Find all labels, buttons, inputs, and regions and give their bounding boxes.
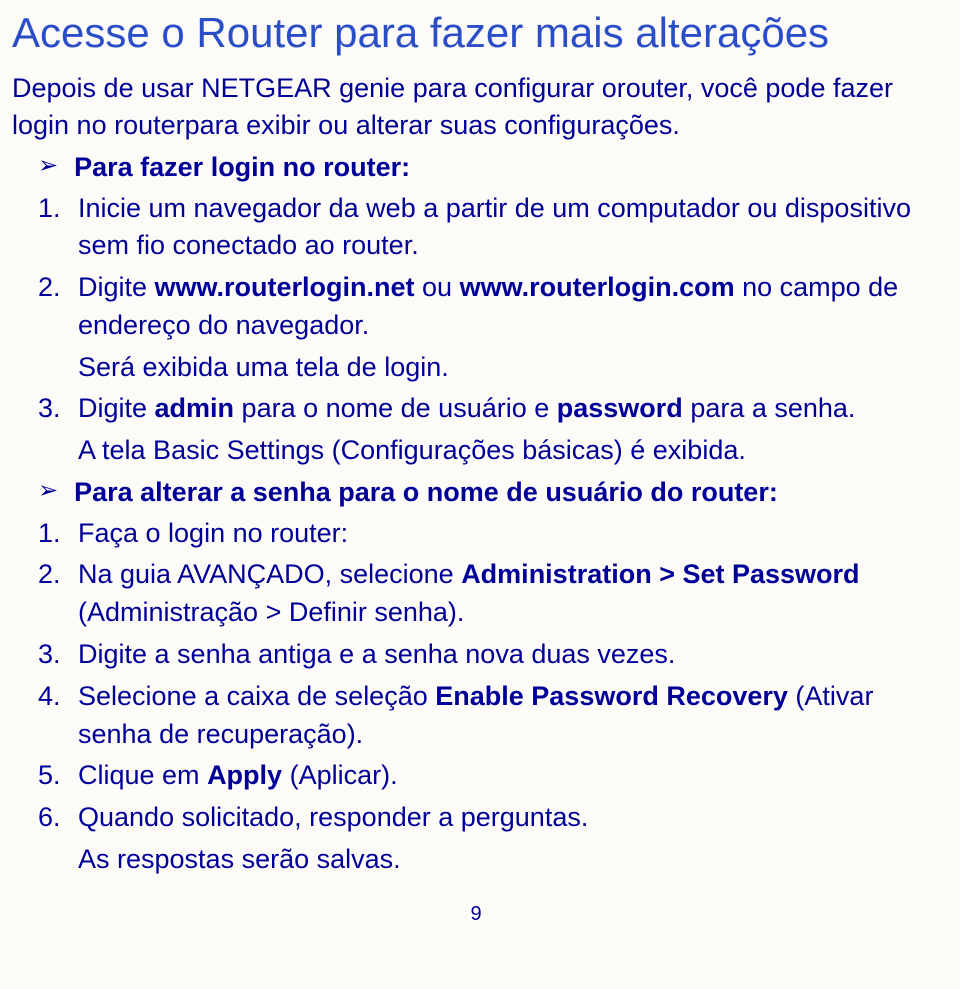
step-text-part: para a senha. xyxy=(683,393,856,423)
login-step-2: Digite www.routerlogin.net ou www.router… xyxy=(38,269,940,345)
step-text-part: (Administração > Definir senha). xyxy=(78,597,464,627)
step-text: Quando solicitado, responder a perguntas… xyxy=(78,802,588,832)
step-text-part: Selecione a caixa de seleção xyxy=(78,681,435,711)
login-steps: Inicie um navegador da web a partir de u… xyxy=(38,190,940,345)
step-text-part: Clique em xyxy=(78,760,207,790)
change-step-3: Digite a senha antiga e a senha nova dua… xyxy=(38,636,940,674)
step-text-part: para o nome de usuário e xyxy=(234,393,557,423)
login-heading-row: ➢ Para fazer login no router: xyxy=(38,149,940,185)
change-step-2: Na guia AVANÇADO, selecione Administrati… xyxy=(38,556,940,632)
login-step-1: Inicie um navegador da web a partir de u… xyxy=(38,190,940,266)
arrow-icon: ➢ xyxy=(38,474,58,508)
button-label-bold: Apply xyxy=(207,760,282,790)
change-step-1: Faça o login no router: xyxy=(38,515,940,553)
login-step-3: Digite admin para o nome de usuário e pa… xyxy=(38,390,940,428)
step-text-part: ou xyxy=(415,272,460,302)
arrow-icon: ➢ xyxy=(38,149,58,183)
login-steps-cont: Digite admin para o nome de usuário e pa… xyxy=(38,390,940,428)
change-steps: Faça o login no router: Na guia AVANÇADO… xyxy=(38,515,940,837)
url-bold: www.routerlogin.com xyxy=(460,272,735,302)
password-bold: password xyxy=(557,393,683,423)
document-page: Acesse o Router para fazer mais alteraçõ… xyxy=(0,0,960,946)
change-heading: Para alterar a senha para o nome de usuá… xyxy=(74,474,778,510)
change-step-4: Selecione a caixa de seleção Enable Pass… xyxy=(38,678,940,754)
login-step-2-sub: Será exibida uma tela de login. xyxy=(78,349,940,387)
page-title: Acesse o Router para fazer mais alteraçõ… xyxy=(12,10,940,56)
login-heading: Para fazer login no router: xyxy=(74,149,410,185)
step-text: Inicie um navegador da web a partir de u… xyxy=(78,193,911,261)
username-bold: admin xyxy=(155,393,235,423)
change-password-section: ➢ Para alterar a senha para o nome de us… xyxy=(12,474,940,879)
step-text: Faça o login no router: xyxy=(78,518,348,548)
change-step-5: Clique em Apply (Aplicar). xyxy=(38,757,940,795)
step-text: Digite a senha antiga e a senha nova dua… xyxy=(78,639,675,669)
page-number: 9 xyxy=(12,903,940,926)
menu-path-bold: Administration > Set Password xyxy=(461,559,859,589)
step-text-part: Na guia AVANÇADO, selecione xyxy=(78,559,461,589)
change-step-6-sub: As respostas serão salvas. xyxy=(78,841,940,879)
intro-paragraph: Depois de usar NETGEAR genie para config… xyxy=(12,70,940,143)
change-heading-row: ➢ Para alterar a senha para o nome de us… xyxy=(38,474,940,510)
step-text-part: Digite xyxy=(78,393,155,423)
step-text-part: Digite xyxy=(78,272,155,302)
change-step-6: Quando solicitado, responder a perguntas… xyxy=(38,799,940,837)
step-text-part: (Aplicar). xyxy=(282,760,398,790)
url-bold: www.routerlogin.net xyxy=(155,272,415,302)
checkbox-label-bold: Enable Password Recovery xyxy=(435,681,788,711)
login-section: ➢ Para fazer login no router: Inicie um … xyxy=(12,149,940,470)
login-step-3-sub: A tela Basic Settings (Configurações bás… xyxy=(78,432,940,470)
